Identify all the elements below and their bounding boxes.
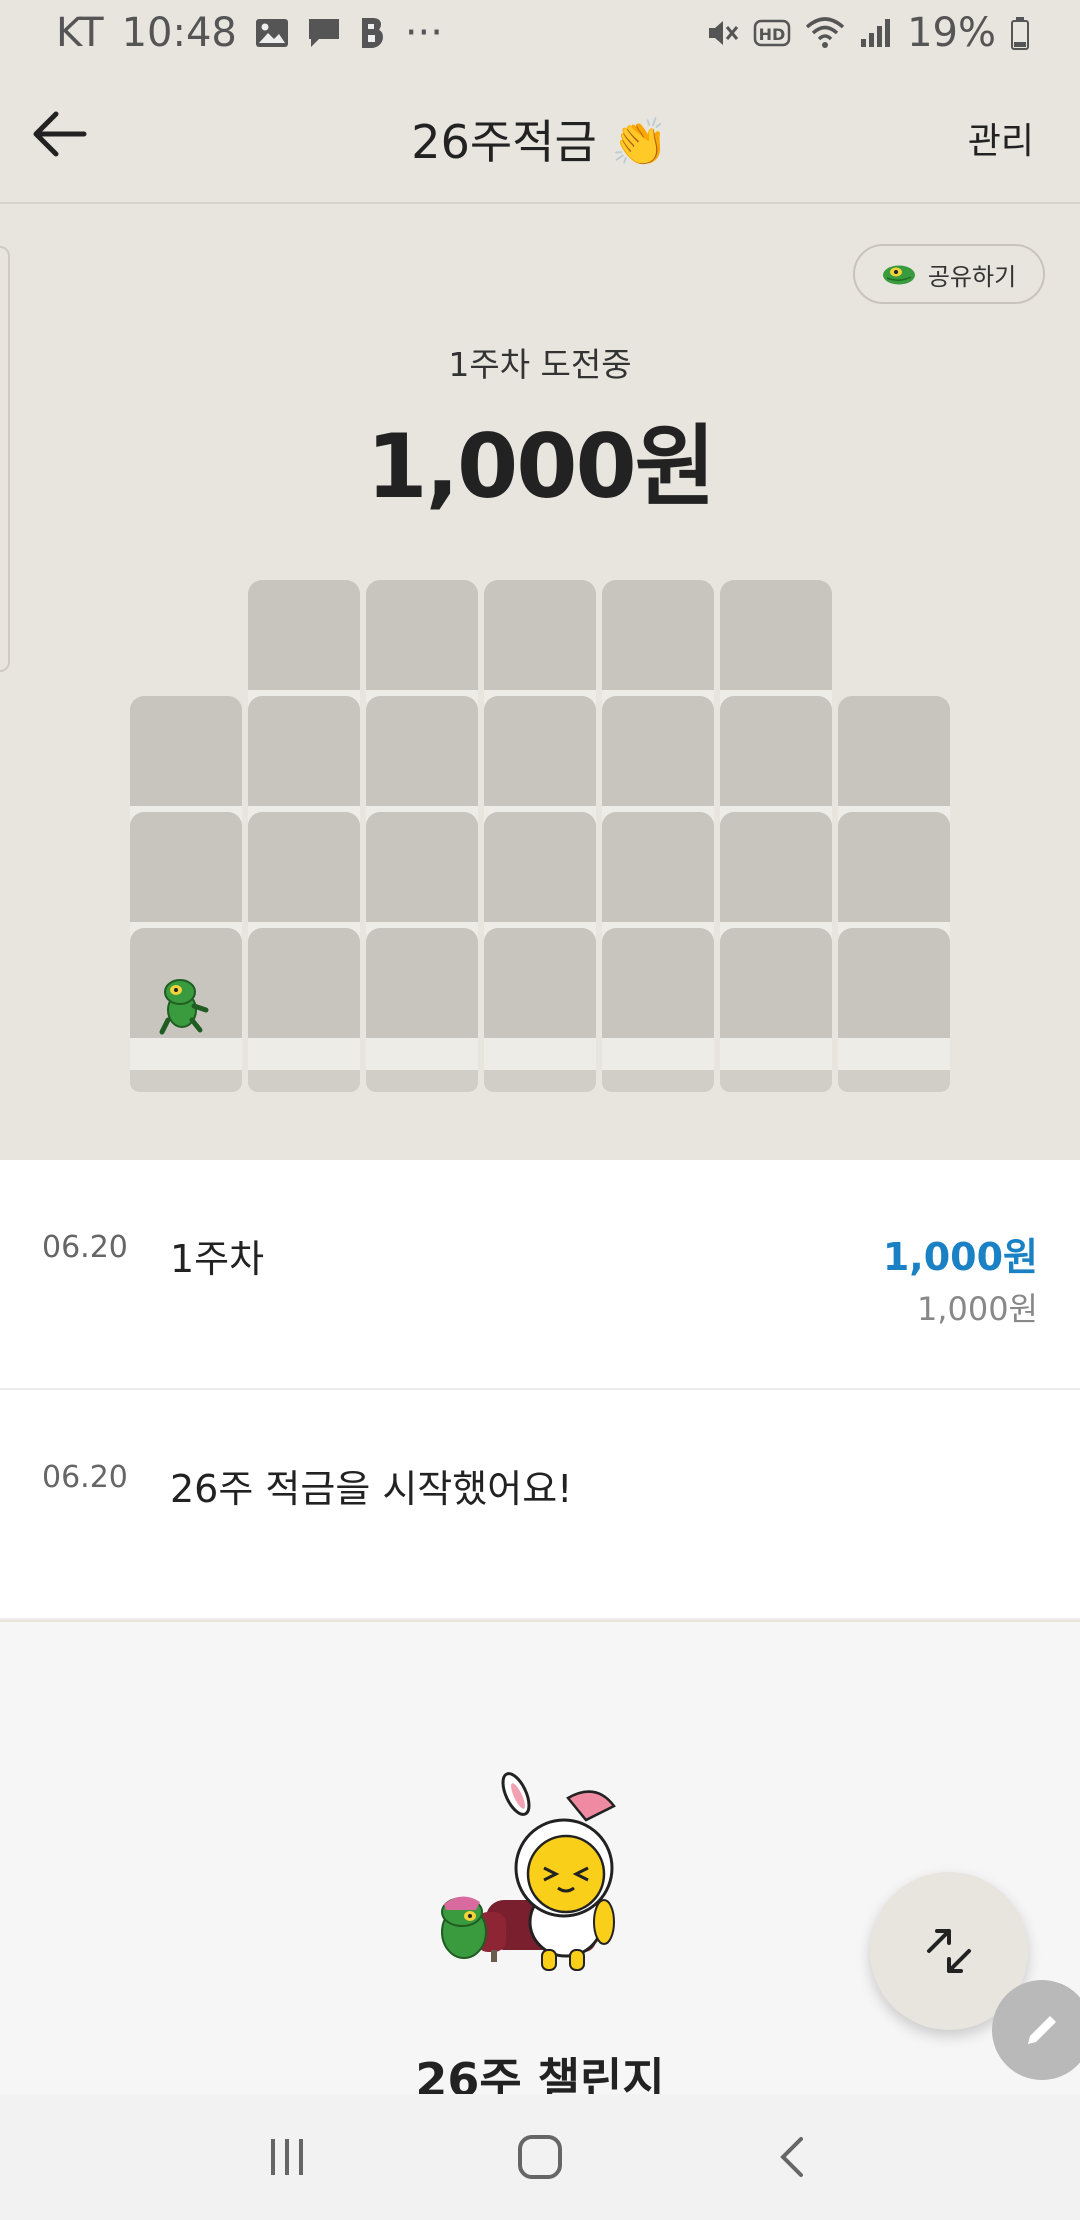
week-cell[interactable] (484, 812, 596, 922)
pencil-icon (1028, 2016, 1056, 2044)
week-cell[interactable] (720, 928, 832, 1038)
week-cell[interactable] (602, 580, 714, 690)
history-row[interactable]: 06.20 26주 적금을 시작했어요! (0, 1390, 1080, 1620)
week-cell[interactable] (720, 580, 832, 690)
week-cell[interactable] (366, 928, 478, 1038)
character-face-icon (882, 265, 915, 285)
history-text: 1주차 (170, 1237, 265, 1281)
week-cell[interactable] (484, 928, 596, 1038)
week-grid (130, 580, 952, 1092)
mute-icon (705, 16, 739, 50)
recent-apps-icon (270, 2139, 303, 2175)
home-button[interactable] (495, 2112, 585, 2202)
mascot-illustration (441, 1772, 616, 1971)
chat-icon (307, 17, 341, 49)
page-title: 26주적금 👏 (411, 115, 669, 169)
system-nav-bar (0, 2094, 1080, 2220)
savings-hero: 공유하기 1주차 도전중 1,000원 (0, 206, 1080, 1160)
more-notifications: ··· (404, 10, 443, 56)
swap-arrows-icon (927, 1929, 971, 1973)
hd-icon: HD (753, 18, 791, 48)
recent-apps-button[interactable] (242, 2112, 332, 2202)
week-cell[interactable] (602, 812, 714, 922)
app-header: 26주적금 👏 관리 (0, 66, 1080, 204)
grid-floor-segment (248, 1070, 360, 1092)
battery-icon (1010, 16, 1030, 50)
grid-floor (130, 1070, 952, 1092)
history-text: 26주 적금을 시작했어요! (170, 1467, 573, 1511)
week-cell[interactable] (602, 928, 714, 1038)
grid-floor-segment (366, 1070, 478, 1092)
image-icon (255, 18, 289, 48)
current-week-label: 1주차 도전중 (448, 345, 632, 384)
week-cell[interactable] (248, 580, 360, 690)
grid-floor-segment (838, 1070, 950, 1092)
week-cell[interactable] (484, 580, 596, 690)
history-date: 06.20 (42, 1230, 128, 1265)
chevron-left-icon (780, 2137, 804, 2177)
week-cell[interactable] (366, 812, 478, 922)
week-cell[interactable] (248, 696, 360, 806)
svg-text:HD: HD (759, 25, 786, 44)
week-cell[interactable] (838, 812, 950, 922)
current-amount: 1,000원 (366, 415, 715, 518)
status-bar: KT 10:48 ··· HD 19% (0, 0, 1080, 66)
manage-button[interactable]: 관리 (968, 112, 1034, 164)
week-cell[interactable] (366, 696, 478, 806)
grid-floor-segment (720, 1070, 832, 1092)
signal-icon (859, 17, 893, 49)
week-cell[interactable] (838, 928, 950, 1038)
share-label: 공유하기 (927, 262, 1017, 291)
week-cell[interactable] (130, 812, 242, 922)
history-row[interactable]: 06.20 1주차 1,000원 1,000원 (0, 1160, 1080, 1390)
week-cell[interactable] (484, 696, 596, 806)
history-balance: 1,000원 (916, 1290, 1038, 1328)
week-cell[interactable] (838, 696, 950, 806)
clock: 10:48 (121, 10, 237, 56)
week-cell[interactable] (720, 696, 832, 806)
week-cell[interactable] (366, 580, 478, 690)
share-button[interactable]: 공유하기 (853, 244, 1045, 304)
week-cell[interactable] (602, 696, 714, 806)
character-progress-marker (159, 979, 209, 1035)
grid-floor-segment (484, 1070, 596, 1092)
band-b-icon (359, 16, 387, 50)
home-icon (517, 2135, 562, 2179)
wifi-icon (805, 17, 845, 49)
history-list: 06.20 1주차 1,000원 1,000원 06.20 26주 적금을 시작… (0, 1160, 1080, 1620)
battery-percent: 19% (907, 10, 996, 56)
history-amount: 1,000원 (882, 1235, 1038, 1279)
system-back-button[interactable] (748, 2112, 838, 2202)
week-cell[interactable] (720, 812, 832, 922)
carrier-label: KT (56, 10, 104, 56)
history-date: 06.20 (42, 1460, 128, 1495)
grid-floor-segment (602, 1070, 714, 1092)
week-cell[interactable] (248, 928, 360, 1038)
week-cell[interactable] (248, 812, 360, 922)
grid-floor-segment (130, 1070, 242, 1092)
week-cell[interactable] (130, 696, 242, 806)
